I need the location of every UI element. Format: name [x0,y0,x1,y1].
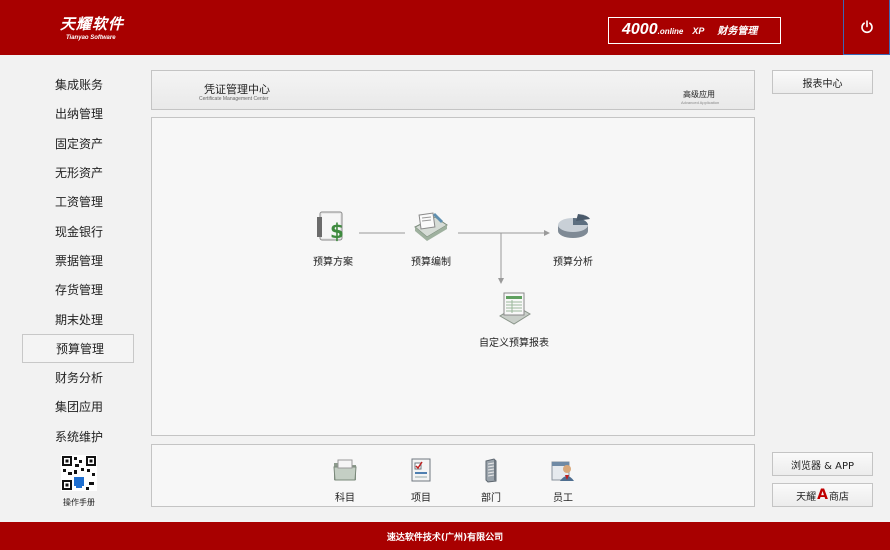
product-name: 财务管理 [717,26,758,37]
svg-text:$: $ [330,219,344,243]
advanced-application-link[interactable]: 高级应用 [683,89,715,100]
company-name: 速达软件技术(广州)有限公司 [386,532,504,543]
qr-code-icon [61,455,97,491]
store-suffix: 商店 [828,491,849,503]
module-header: 凭证管理中心 Certificate Management Center 高级应… [151,70,755,110]
manual-label: 操作手册 [63,498,95,507]
sidebar-item-inventory[interactable]: 存货管理 [22,275,134,304]
custom-report-node[interactable]: 自定义预算报表 [457,288,571,349]
logo-chinese: 天耀软件 [60,15,125,33]
module-subtitle: Certificate Management Center [199,96,269,102]
subject-label: 科目 [335,493,355,504]
budget-flow-panel: $ 预算方案 预算编制 预算分析 自定义预算报表 [151,117,755,436]
footer-bar: 速达软件技术(广州)有限公司 [0,522,890,550]
department-button[interactable]: 部门 [461,456,521,504]
base-data-toolbar: 科目 项目 部门 员工 [151,444,755,507]
report-table-icon [499,292,531,325]
browser-app-button[interactable]: 浏览器 & APP [772,452,873,476]
department-label: 部门 [481,493,501,504]
budget-analysis-node[interactable]: 预算分析 [528,207,618,268]
sidebar-item-budget[interactable]: 预算管理 [22,333,134,363]
product-badge: 4000 .online XP 财务管理 [608,17,781,44]
company-logo: 天耀软件 Tianyao Software [60,13,124,41]
flow-connectors [359,230,550,284]
employee-icon [551,461,574,481]
module-title: 凭证管理中心 [204,83,270,96]
logo-english: Tianyao Software [66,35,116,41]
manual-link[interactable]: 操作手册 [55,455,103,508]
folder-edit-icon [414,212,448,241]
sidebar-item-group[interactable]: 集团应用 [22,392,134,421]
sidebar-item-bills[interactable]: 票据管理 [22,246,134,275]
sidebar-item-maintenance[interactable]: 系统维护 [22,422,134,451]
employee-label: 员工 [553,493,573,504]
project-button[interactable]: 项目 [391,456,451,504]
custom-report-label: 自定义预算报表 [479,338,549,349]
sidebar-nav: 集成账务 出纳管理 固定资产 无形资产 工资管理 现金银行 票据管理 存货管理 … [22,70,134,451]
report-center-button[interactable]: 报表中心 [772,70,873,94]
product-number: 4000 [622,21,658,38]
product-xp: XP [692,26,705,36]
sidebar-item-financial-analysis[interactable]: 财务分析 [22,363,134,392]
sidebar-item-cashier[interactable]: 出纳管理 [22,99,134,128]
budget-plan-node[interactable]: $ 预算方案 [288,207,378,268]
money-document-icon: $ [317,211,344,243]
top-bar: 天耀软件 Tianyao Software 4000 .online XP 财务… [0,0,890,55]
budget-compile-node[interactable]: 预算编制 [386,207,476,268]
budget-analysis-label: 预算分析 [553,257,593,268]
sidebar-item-cash-bank[interactable]: 现金银行 [22,216,134,245]
sidebar-item-integrated-accounting[interactable]: 集成账务 [22,70,134,99]
project-label: 项目 [411,493,431,504]
pie-chart-icon [558,214,590,238]
power-icon [860,20,873,34]
store-a-logo: A [817,487,828,503]
sidebar-item-fixed-assets[interactable]: 固定资产 [22,129,134,158]
sidebar-item-period-end[interactable]: 期末处理 [22,304,134,333]
budget-plan-label: 预算方案 [313,257,353,268]
product-online: .online [657,27,684,36]
subject-button[interactable]: 科目 [315,456,375,504]
employee-button[interactable]: 员工 [533,456,593,504]
sidebar-item-payroll[interactable]: 工资管理 [22,187,134,216]
budget-compile-label: 预算编制 [411,257,451,268]
tianyao-store-button[interactable]: 天耀 A 商店 [772,483,873,507]
store-prefix: 天耀 [796,491,817,503]
advanced-application-en: Advanced Application [681,100,720,105]
checklist-icon [411,458,431,482]
building-icon [485,458,497,483]
folder-icon [333,459,357,481]
power-button[interactable] [843,0,890,55]
sidebar-item-intangible-assets[interactable]: 无形资产 [22,158,134,187]
